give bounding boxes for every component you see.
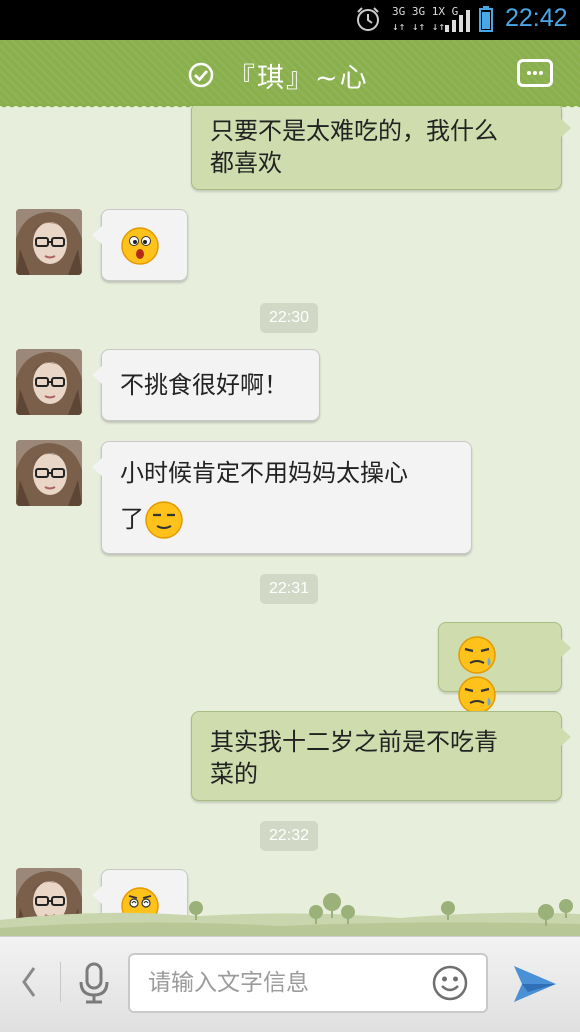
surprised-emoji: [121, 227, 159, 265]
message-text: 不挑食很好啊！: [120, 371, 288, 399]
microphone-icon[interactable]: [76, 962, 112, 1004]
status-bar: 3G 3G 1X G ↓↑ ↓↑ ↓↑ 22:42: [0, 0, 580, 40]
timestamp: 22:30: [260, 303, 319, 333]
chat-area[interactable]: 只要不是太难吃的，我什么 都喜欢 22:30 不挑食很好啊！ 小时候肯定不用妈妈…: [0, 106, 580, 936]
status-time: 22:42: [505, 4, 568, 32]
avatar[interactable]: [16, 349, 82, 415]
message-text: 只要不是太难吃的，我什么: [210, 117, 498, 145]
emoji-icon[interactable]: [432, 965, 468, 1001]
alarm-icon: [357, 7, 379, 31]
network-activity: ↓↑ ↓↑ ↓↑: [392, 20, 445, 33]
signal-icon: [445, 10, 470, 32]
sweat-emoji: [458, 636, 496, 674]
background-hills: [0, 893, 580, 936]
battery-icon: [479, 6, 493, 32]
message-incoming[interactable]: [92, 209, 188, 281]
message-text: 小时候肯定不用妈妈太操心: [120, 459, 408, 487]
avatar[interactable]: [16, 440, 82, 506]
divider: [60, 962, 61, 1002]
message-text: 其实我十二岁之前是不吃青: [210, 728, 498, 756]
avatar-image: [16, 440, 82, 506]
check-circle-icon: [188, 62, 214, 88]
message-text: 了: [120, 505, 144, 533]
message-text: 菜的: [210, 760, 258, 788]
message-input-placeholder: 请输入文字信息: [148, 970, 309, 996]
message-outgoing[interactable]: [438, 622, 571, 714]
message-incoming[interactable]: 不挑食很好啊！: [92, 349, 320, 421]
message-text: 都喜欢: [210, 149, 282, 177]
sweat-emoji: [458, 676, 496, 714]
more-icon[interactable]: [517, 59, 553, 87]
timestamp: 22:32: [260, 821, 319, 851]
chat-title: 『琪』~心: [228, 63, 369, 94]
chevron-left-icon[interactable]: [18, 964, 40, 1000]
content-emoji: [145, 501, 183, 539]
send-icon[interactable]: [512, 962, 558, 1004]
timestamp: 22:31: [260, 574, 319, 604]
avatar[interactable]: [16, 209, 82, 275]
avatar-image: [16, 349, 82, 415]
avatar-image: [16, 209, 82, 275]
message-outgoing[interactable]: 其实我十二岁之前是不吃青 菜的: [191, 711, 571, 801]
message-outgoing[interactable]: 只要不是太难吃的，我什么 都喜欢: [191, 106, 571, 190]
message-incoming[interactable]: 小时候肯定不用妈妈太操心 了: [92, 441, 472, 554]
